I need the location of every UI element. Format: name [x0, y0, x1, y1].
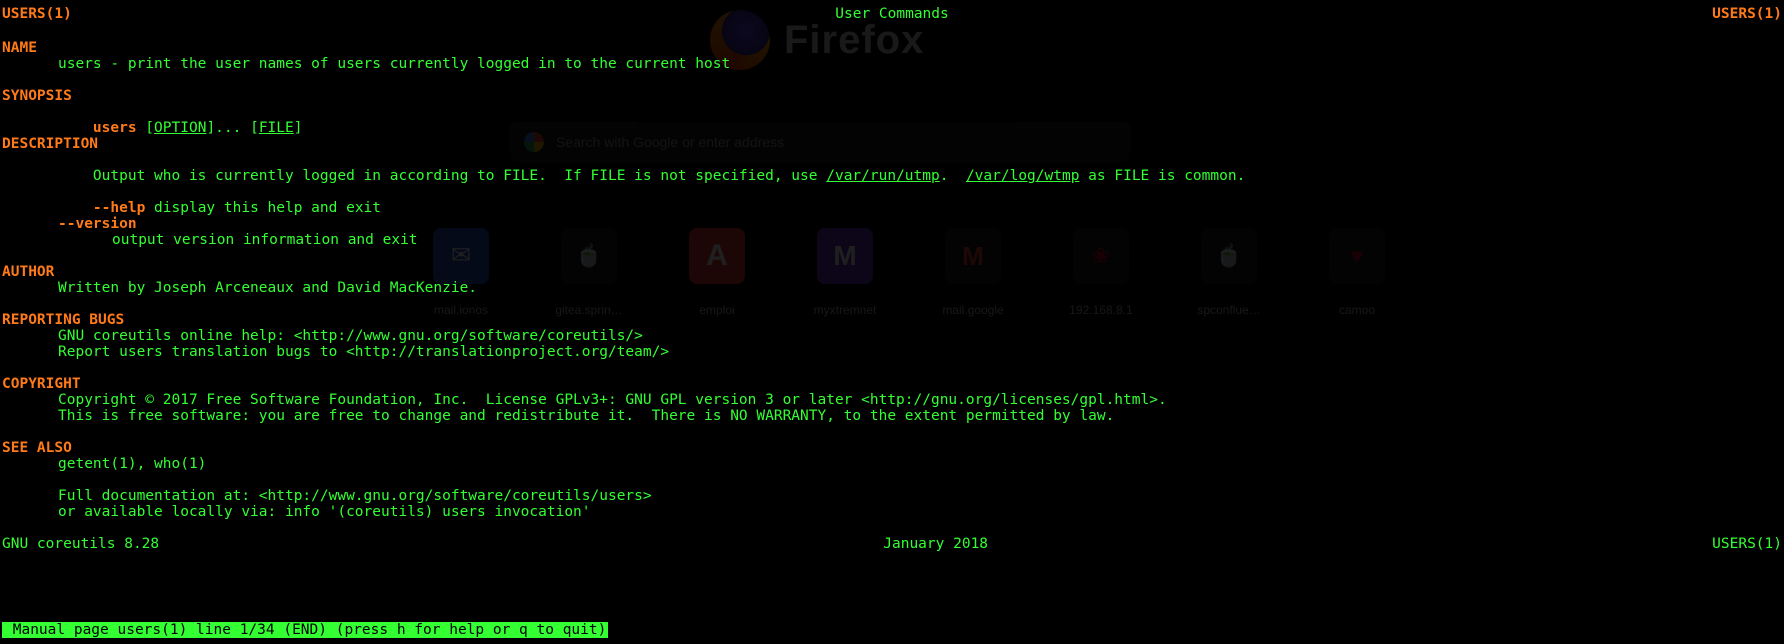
option-version-text: output version information and exit — [112, 232, 1782, 248]
section-bugs-heading: REPORTING BUGS — [2, 312, 1782, 328]
section-author-body: Written by Joseph Arceneaux and David Ma… — [58, 280, 1782, 296]
section-bugs-l1: GNU coreutils online help: <http://www.g… — [58, 328, 1782, 344]
header-center: User Commands — [835, 6, 949, 22]
manpage-footer: GNU coreutils 8.28 January 2018 USERS(1) — [2, 536, 1782, 552]
section-copyright-l2: This is free software: you are free to c… — [58, 408, 1782, 424]
path-wtmp: /var/log/wtmp — [966, 168, 1080, 184]
terminal-manpage[interactable]: USERS(1) User Commands USERS(1) NAME use… — [0, 0, 1784, 644]
section-seealso-l3: or available locally via: info '(coreuti… — [58, 504, 1782, 520]
section-copyright-heading: COPYRIGHT — [2, 376, 1782, 392]
section-author-heading: AUTHOR — [2, 264, 1782, 280]
path-utmp: /var/run/utmp — [826, 168, 940, 184]
section-name-heading: NAME — [2, 40, 1782, 56]
synopsis-file: FILE — [259, 120, 294, 136]
section-seealso-l2: Full documentation at: <http://www.gnu.o… — [58, 488, 1782, 504]
footer-right: USERS(1) — [1712, 536, 1782, 552]
section-seealso-l1: getent(1), who(1) — [58, 456, 1782, 472]
synopsis-cmd: users — [93, 120, 137, 136]
option-version-flag: --version — [58, 216, 1782, 232]
section-name-body: users - print the user names of users cu… — [58, 56, 1782, 72]
footer-center: January 2018 — [883, 536, 988, 552]
section-copyright-l1: Copyright © 2017 Free Software Foundatio… — [58, 392, 1782, 408]
section-description-heading: DESCRIPTION — [2, 136, 1782, 152]
header-left: USERS(1) — [2, 6, 72, 22]
footer-left: GNU coreutils 8.28 — [2, 536, 159, 552]
section-bugs-l2: Report users translation bugs to <http:/… — [58, 344, 1782, 360]
section-seealso-heading: SEE ALSO — [2, 440, 1782, 456]
manpage-header: USERS(1) User Commands USERS(1) — [2, 6, 1782, 22]
header-right: USERS(1) — [1712, 6, 1782, 22]
section-synopsis-heading: SYNOPSIS — [2, 88, 1782, 104]
less-status-line[interactable]: Manual page users(1) line 1/34 (END) (pr… — [2, 622, 608, 638]
synopsis-option: OPTION — [154, 120, 206, 136]
